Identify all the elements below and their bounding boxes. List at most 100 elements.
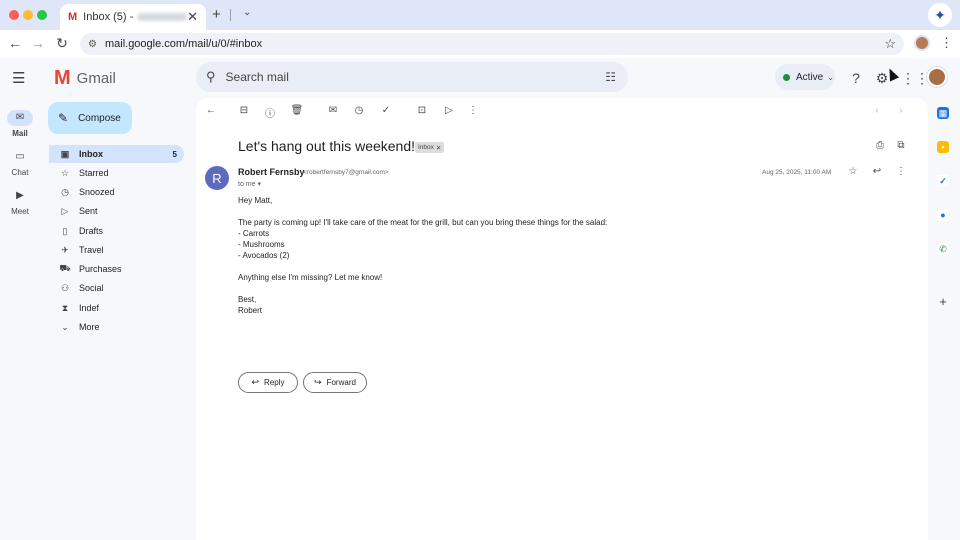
address-bar[interactable]: ⚙ mail.google.com/mail/u/0/#inbox ☆ [80, 33, 904, 55]
sidebar-item-inbox[interactable]: ▣ Inbox 5 [49, 145, 184, 163]
help-icon[interactable]: ? [848, 70, 864, 86]
contacts-icon[interactable]: ● [937, 209, 949, 221]
search-input[interactable]: Search mail [226, 70, 289, 84]
email-body-line: Robert [238, 306, 263, 315]
mail-icon: ✉ [7, 110, 33, 126]
close-window-button[interactable] [9, 10, 19, 20]
add-task-icon[interactable]: ✓ [379, 105, 393, 116]
sidebar-item-label: Travel [79, 245, 104, 255]
more-vert-icon[interactable]: ⋮ [940, 35, 953, 51]
sidebar-item-label: More [79, 322, 100, 332]
sender-name[interactable]: Robert Fernsby [238, 167, 305, 177]
send-icon: ▷ [61, 205, 69, 216]
sidebar-item-label: Social [79, 283, 104, 293]
search-icon[interactable]: ⚲ [206, 69, 216, 85]
forward-icon: ↪ [314, 377, 322, 387]
chevron-left-icon[interactable]: ‹ [870, 105, 884, 116]
report-spam-icon[interactable]: ⓘ [263, 105, 277, 120]
sidebar-item-purchases[interactable]: ⛟ Purchases [49, 260, 184, 278]
gmail-m-icon: M [54, 67, 71, 89]
search-bar[interactable]: ⚲ Search mail ☷ [196, 62, 628, 92]
delete-icon[interactable]: 🗑 [290, 105, 304, 116]
star-icon: ☆ [60, 167, 70, 178]
sidebar-item-snoozed[interactable]: ◷ Snoozed [49, 183, 184, 201]
message-view: ← ⊟ ⓘ 🗑 ✉ ◷ ✓ ⊡ ▷ ⋮ ‹ › Let's hang out t… [196, 98, 928, 540]
print-icon[interactable]: ⎙ [873, 140, 887, 151]
inbox-label-chip[interactable]: Inbox ✕ [415, 142, 445, 153]
chevron-down-icon: ⌄ [827, 72, 834, 82]
apps-grid-icon[interactable]: ⋮⋮ [901, 70, 929, 87]
minimize-window-button[interactable] [23, 10, 33, 20]
forward-button[interactable]: ↪ Forward [303, 372, 367, 393]
close-icon[interactable]: ✕ [187, 9, 198, 25]
reply-icon[interactable]: ↩ [871, 166, 883, 177]
chevron-right-icon[interactable]: › [894, 105, 908, 116]
star-icon[interactable]: ☆ [884, 36, 896, 52]
compose-button[interactable]: ✎ Compose [48, 102, 132, 134]
menu-icon[interactable]: ☰ [12, 69, 28, 87]
sidebar-item-indef[interactable]: ⧗ Indef [49, 299, 184, 317]
people-icon: ⚇ [60, 282, 70, 293]
label-chip-text: Inbox [418, 144, 434, 151]
gmail-favicon-icon: M [68, 11, 78, 23]
back-arrow-icon[interactable]: ← [6, 35, 24, 51]
sidebar-item-label: Inbox [79, 149, 103, 159]
more-vert-icon[interactable]: ⋮ [895, 166, 907, 177]
move-to-icon[interactable]: ⊡ [415, 105, 429, 116]
filter-icon[interactable]: ☷ [605, 70, 616, 84]
chevron-down-icon[interactable]: ⌄ [243, 7, 251, 18]
voice-icon[interactable]: ✆ [937, 243, 949, 255]
account-avatar[interactable] [927, 67, 947, 87]
sender-avatar[interactable]: R [205, 166, 229, 190]
more-vert-icon[interactable]: ⋮ [466, 105, 480, 116]
star-icon[interactable]: ☆ [847, 166, 859, 177]
sidebar-item-social[interactable]: ⚇ Social [49, 279, 184, 297]
add-app-icon[interactable]: + [937, 295, 949, 308]
site-settings-icon[interactable]: ⚙ [88, 39, 97, 50]
sidebar-item-travel[interactable]: ✈ Travel [49, 241, 184, 259]
profile-avatar[interactable] [914, 35, 930, 51]
reply-label: Reply [264, 378, 285, 387]
email-subject: Let's hang out this weekend! [238, 138, 416, 154]
archive-icon[interactable]: ⊟ [237, 105, 251, 116]
redacted-account [137, 13, 188, 21]
clock-icon: ◷ [61, 186, 69, 197]
maximize-window-button[interactable] [37, 10, 47, 20]
recipient-dropdown[interactable]: to me ▾ [238, 180, 261, 188]
gemini-icon[interactable]: ✦ [928, 3, 952, 27]
plus-icon[interactable]: + [212, 6, 221, 23]
email-body-line: - Carrots [238, 229, 270, 238]
sidebar-item-label: Purchases [79, 264, 122, 274]
snooze-icon[interactable]: ◷ [352, 105, 366, 116]
sidebar-item-label: Indef [79, 303, 100, 313]
email-body-line: - Mushrooms [238, 240, 285, 249]
forward-arrow-icon[interactable]: → [29, 35, 47, 51]
email-body-line: - Avocados (2) [238, 251, 290, 260]
reply-button[interactable]: ↩ Reply [238, 372, 298, 393]
sidebar-item-starred[interactable]: ☆ Starred [49, 164, 184, 182]
sender-email: <robertfernsby7@gmail.com> [303, 169, 389, 176]
keep-icon[interactable]: ▪ [937, 141, 949, 153]
sidebar-item-drafts[interactable]: ▯ Drafts [49, 222, 184, 240]
browser-tab[interactable]: M Inbox (5) - ✕ [60, 4, 206, 30]
rail-label: Chat [11, 168, 29, 177]
back-arrow-icon[interactable]: ← [204, 105, 218, 116]
sidebar-item-label: Drafts [79, 226, 104, 236]
label-icon[interactable]: ▷ [442, 105, 456, 116]
chat-icon: ▭ [15, 151, 25, 162]
sidebar-item-more[interactable]: ⌄ More [49, 318, 184, 336]
tasks-icon[interactable]: ✓ [937, 175, 949, 187]
gmail-logo[interactable]: M Gmail [54, 68, 116, 88]
rail-item-meet[interactable]: ▶ Meet [0, 188, 40, 216]
status-button[interactable]: Active ⌄ [775, 64, 835, 90]
reload-icon[interactable]: ↻ [53, 35, 71, 52]
mark-unread-icon[interactable]: ✉ [326, 105, 340, 116]
sidebar-item-label: Starred [79, 168, 109, 178]
rail-item-mail[interactable]: ✉ Mail [0, 110, 40, 138]
open-in-new-window-icon[interactable]: ⧉ [894, 140, 908, 151]
rail-item-chat[interactable]: ▭ Chat [0, 149, 40, 177]
calendar-icon[interactable]: ▦ [937, 107, 949, 119]
rail-label: Mail [12, 129, 28, 138]
close-icon[interactable]: ✕ [436, 144, 441, 152]
sidebar-item-sent[interactable]: ▷ Sent [49, 202, 184, 220]
